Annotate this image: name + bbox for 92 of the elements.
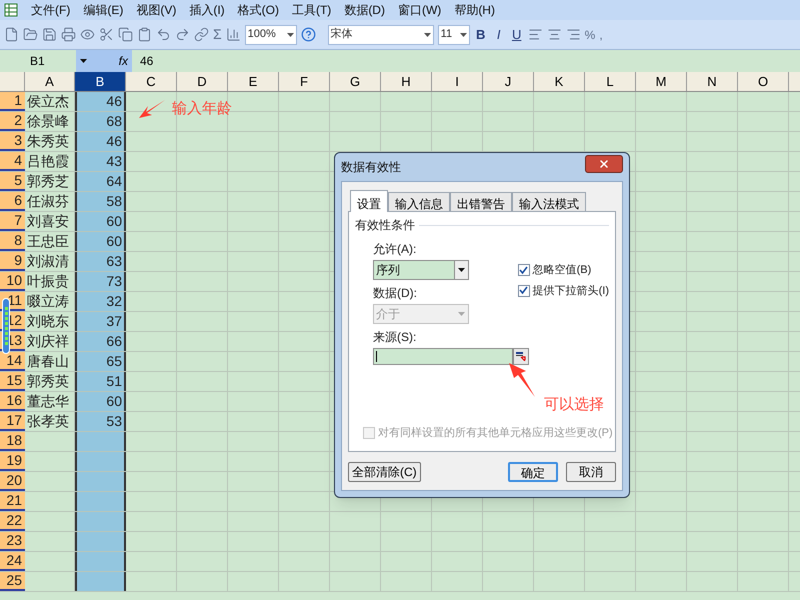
column-header[interactable]: K [534,72,585,91]
menu-item[interactable]: 窗口(W) [398,1,442,19]
menu-item[interactable]: 工具(T) [292,1,332,19]
row-header[interactable]: 4 [0,152,25,171]
table-cell[interactable]: 43 [75,152,126,171]
column-header[interactable]: J [483,72,534,91]
table-cell[interactable]: 68 [75,112,126,131]
clear-all-button[interactable]: 全部清除(C) [348,462,421,482]
allow-dropdown[interactable]: 序列 [373,260,469,280]
menu-item[interactable]: 帮助(H) [454,1,495,19]
row-header[interactable]: 16 [0,392,25,411]
row-header[interactable]: 17 [0,412,25,431]
row-header[interactable]: 14 [0,352,25,371]
row-header[interactable]: 10 [0,272,25,291]
table-cell[interactable]: 46 [75,132,126,151]
table-cell[interactable]: 51 [75,372,126,391]
row-header[interactable]: 7 [0,212,25,231]
name-box[interactable]: B1 [0,50,76,72]
zoom-box[interactable]: 100% [244,24,297,44]
column-header[interactable]: D [177,72,228,91]
format-button[interactable]: I [492,24,506,44]
data-label: 数据(D): [373,285,418,302]
column-header[interactable]: H [381,72,432,91]
allow-label: 允许(A): [373,241,418,258]
column-header[interactable]: N [687,72,738,91]
checkbox-label: 提供下拉箭头(I) [532,282,609,299]
table-cell[interactable]: 65 [75,352,126,371]
dialog-title: 数据有效性 [341,159,401,176]
row-header[interactable]: 8 [0,232,25,251]
dialog-tab[interactable]: 设置 [350,190,388,212]
row-header[interactable]: 22 [0,512,25,531]
checkbox-label: 忽略空值(B) [532,262,592,278]
column-header[interactable]: O [738,72,789,91]
menu-item[interactable]: 插入(I) [189,1,225,19]
table-cell[interactable]: 66 [75,332,126,351]
font-box[interactable]: 宋体 [328,24,434,44]
menu-item[interactable]: 文件(F) [31,1,70,19]
function-button[interactable]: fx [118,52,128,70]
row-header[interactable]: 9 [0,252,25,271]
table-cell[interactable]: 60 [75,212,126,231]
table-cell[interactable]: 64 [75,172,126,191]
row-header[interactable]: 25 [0,572,25,591]
source-label: 来源(S): [373,329,418,346]
table-cell[interactable]: 60 [75,392,126,411]
annotation-text: 可以选择 [544,395,604,415]
dialog-tab[interactable]: 出错警告 [450,192,512,211]
row-header[interactable]: 21 [0,492,25,511]
comma-button[interactable]: , [599,26,603,44]
column-header[interactable]: C [126,72,177,91]
row-header[interactable]: 15 [0,372,25,391]
row-header[interactable]: 23 [0,532,25,551]
font-size-box[interactable]: 11 [438,24,470,44]
sum-button[interactable]: Σ [213,24,222,45]
menu-item[interactable]: 数据(D) [344,1,385,19]
row-header[interactable]: 18 [0,432,25,451]
section-title: 有效性条件 [355,217,415,234]
format-button[interactable]: B [474,24,488,44]
dialog-tab[interactable]: 输入信息 [388,192,450,211]
menu-item[interactable]: 编辑(E) [83,1,124,19]
format-button[interactable]: U [510,24,524,44]
table-cell[interactable]: 32 [75,292,126,311]
table-cell[interactable]: 60 [75,232,126,251]
column-header[interactable]: F [279,72,330,91]
row-header[interactable]: 24 [0,552,25,571]
column-header[interactable]: E [228,72,279,91]
table-cell[interactable]: 53 [75,412,126,431]
row-header[interactable]: 19 [0,452,25,471]
table-cell[interactable]: 58 [75,192,126,211]
column-header[interactable]: L [585,72,636,91]
table-cell[interactable]: 63 [75,252,126,271]
menu-item[interactable]: 视图(V) [136,1,176,19]
menu-item[interactable]: 格式(O) [238,1,279,19]
cancel-button[interactable]: 取消 [566,462,616,482]
annotation-text: 输入年龄 [172,99,232,119]
column-header[interactable]: M [636,72,687,91]
checkbox-label: 对有同样设置的所有其他单元格应用这些更改(P) [378,424,613,441]
column-header[interactable]: B [75,72,126,91]
formula-value[interactable]: 46 [140,52,154,70]
row-header[interactable]: 2 [0,112,25,131]
row-header[interactable]: 20 [0,472,25,491]
ok-button[interactable]: 确定 [508,462,558,482]
column-header[interactable]: G [330,72,381,91]
percent-button[interactable]: % [584,26,596,44]
table-cell[interactable]: 73 [75,272,126,291]
column-header[interactable]: I [432,72,483,91]
table-cell[interactable]: 37 [75,312,126,331]
row-header[interactable]: 5 [0,172,25,191]
table-cell[interactable]: 46 [75,92,126,111]
row-header[interactable]: 6 [0,192,25,211]
dialog-tab[interactable]: 输入法模式 [512,192,586,211]
row-header[interactable]: 1 [0,92,25,111]
row-header[interactable]: 3 [0,132,25,151]
